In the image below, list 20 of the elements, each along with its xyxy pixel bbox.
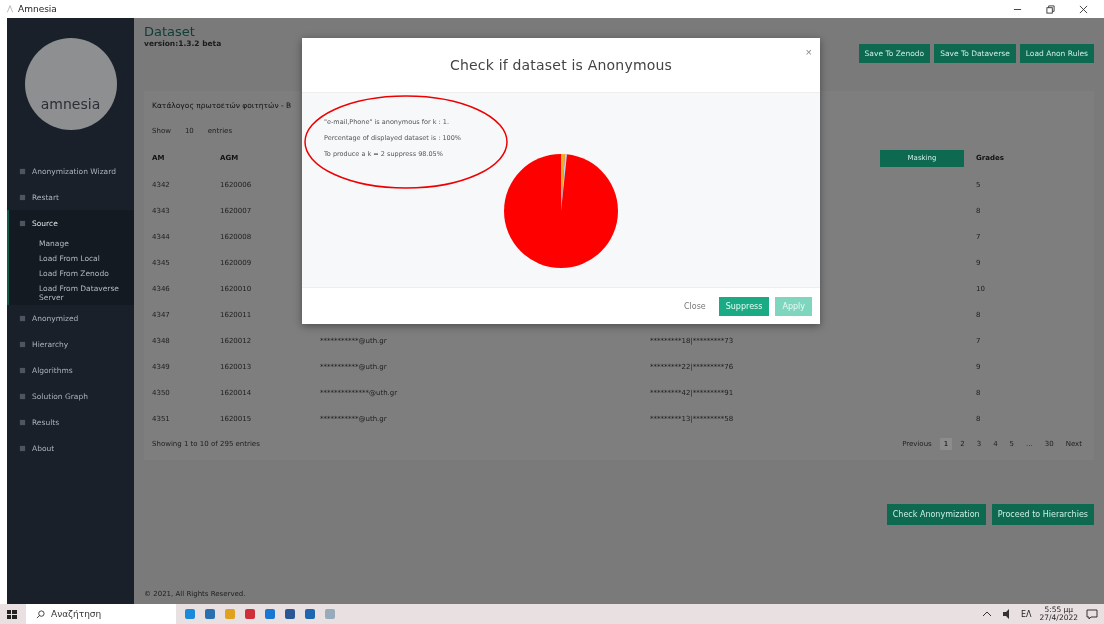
search-icon: [36, 609, 45, 619]
action-button[interactable]: Check Anonymization: [886, 504, 986, 525]
taskbar-app-icon[interactable]: [264, 608, 276, 620]
close-button[interactable]: ×: [805, 46, 812, 58]
amnesia-logo: amnesia: [24, 38, 117, 130]
taskbar-app-icon[interactable]: [304, 608, 316, 620]
window-title: Amnesia: [18, 4, 57, 14]
action-button[interactable]: Proceed to Hierarchies: [991, 504, 1094, 525]
notification-icon[interactable]: [1086, 608, 1098, 620]
modal-button[interactable]: Close: [676, 296, 713, 316]
windows-start-icon[interactable]: [6, 608, 18, 620]
taskbar-app-icon[interactable]: [184, 608, 196, 620]
language-indicator[interactable]: ΕΛ: [1021, 609, 1032, 619]
taskbar-app-icon[interactable]: [204, 608, 216, 620]
page-title: Dataset: [144, 24, 196, 39]
search-field[interactable]: Αναζήτηση: [26, 604, 176, 624]
taskbar-app-icon[interactable]: [244, 608, 256, 620]
app-icon: [6, 5, 14, 13]
taskbar-app-icon[interactable]: [284, 608, 296, 620]
modal-title: Check if dataset is Anonymous: [449, 57, 673, 73]
